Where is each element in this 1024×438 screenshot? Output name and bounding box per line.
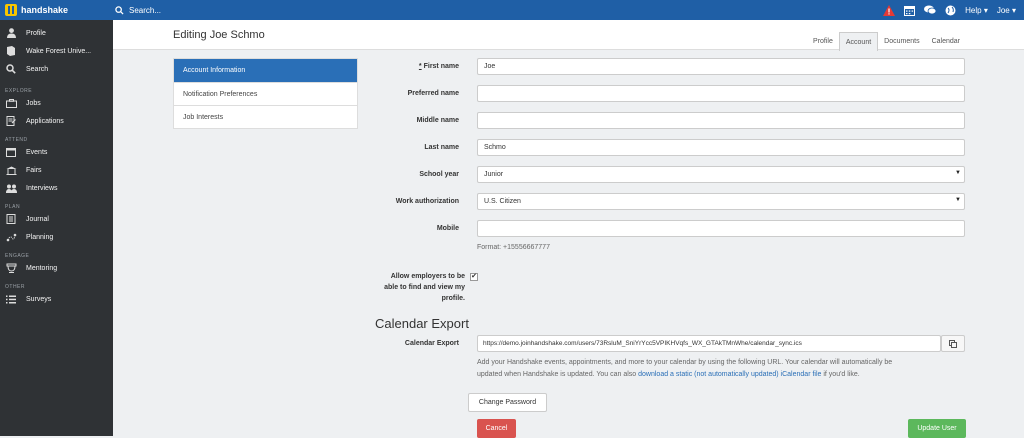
download-ical-link[interactable]: download a static (not automatically upd… — [638, 371, 821, 378]
sidebar-item-applications[interactable]: Applications — [0, 112, 113, 130]
briefcase-icon — [5, 97, 17, 109]
sidebar-item-surveys[interactable]: Surveys — [0, 290, 113, 308]
journal-icon — [5, 213, 17, 225]
list-icon — [5, 293, 17, 305]
sidebar-item-planning[interactable]: Planning — [0, 228, 113, 246]
search-icon — [115, 5, 124, 15]
sidebar-section-plan: PLAN — [5, 204, 21, 210]
sidebar-item-events[interactable]: Events — [0, 143, 113, 161]
search-icon — [5, 63, 17, 75]
subnav-account-information[interactable]: Account Information — [174, 59, 357, 82]
calendar-export-heading: Calendar Export — [375, 316, 469, 331]
handshake-logo[interactable]: handshake — [0, 0, 113, 20]
account-subnav: Account Information Notification Prefere… — [173, 58, 358, 129]
calendar-url-field[interactable]: https://demo.joinhandshake.com/users/73R… — [477, 335, 941, 352]
sidebar-item-profile[interactable]: Profile — [0, 24, 113, 42]
last-name-field[interactable]: Schmo — [477, 139, 965, 156]
sidebar-item-jobs[interactable]: Jobs — [0, 94, 113, 112]
first-name-field[interactable]: Joe — [477, 58, 965, 75]
middle-name-label: Middle name — [416, 117, 459, 124]
work-authorization-select[interactable]: U.S. Citizen — [477, 193, 965, 210]
cancel-button[interactable]: Cancel — [477, 419, 516, 438]
sidebar-section-attend: ATTEND — [5, 137, 28, 143]
globe-icon[interactable] — [945, 5, 956, 16]
interview-icon — [5, 182, 17, 194]
work-authorization-label: Work authorization — [395, 198, 459, 205]
subnav-job-interests[interactable]: Job Interests — [174, 105, 357, 128]
planning-icon — [5, 231, 17, 243]
calendar-export-label: Calendar Export — [404, 340, 459, 347]
sidebar-section-other: OTHER — [5, 284, 25, 290]
caret-down-icon: ▾ — [983, 5, 988, 15]
sidebar-section-engage: ENGAGE — [5, 253, 30, 259]
calendar-icon — [5, 146, 17, 158]
app-name: handshake — [21, 5, 69, 15]
person-icon — [5, 27, 17, 39]
tab-profile[interactable]: Profile — [807, 32, 839, 51]
preferred-name-label: Preferred name — [407, 90, 459, 97]
mobile-field[interactable] — [477, 220, 965, 237]
chat-icon[interactable] — [924, 5, 937, 15]
tab-account[interactable]: Account — [838, 32, 879, 51]
user-menu[interactable]: Joe ▾ — [997, 6, 1016, 15]
sidebar-item-mentoring[interactable]: Mentoring — [0, 259, 113, 277]
page-header: Editing Joe Schmo Profile Account Docume… — [113, 20, 1024, 51]
school-year-select[interactable]: Junior — [477, 166, 965, 183]
tab-documents[interactable]: Documents — [878, 32, 925, 51]
caret-down-icon: ▾ — [1011, 5, 1016, 15]
allow-employers-label: Allow employers to be able to find and v… — [384, 273, 465, 302]
search-placeholder: Search... — [129, 5, 162, 15]
subnav-notification-preferences[interactable]: Notification Preferences — [174, 82, 357, 105]
first-name-label: * First name — [418, 63, 459, 70]
change-password-button[interactable]: Change Password — [468, 393, 547, 412]
allow-employers-checkbox[interactable]: ✔ — [470, 273, 478, 281]
sidebar-item-search[interactable]: Search — [0, 60, 113, 78]
sidebar-item-fairs[interactable]: Fairs — [0, 161, 113, 179]
fair-icon — [5, 164, 17, 176]
middle-name-field[interactable] — [477, 112, 965, 129]
alert-icon[interactable] — [883, 4, 896, 16]
calendar-export-help: Add your Handshake events, appointments,… — [477, 359, 893, 378]
page-title: Editing Joe Schmo — [173, 29, 265, 41]
global-search[interactable]: Search... — [115, 6, 161, 15]
sidebar-section-explore: EXPLORE — [5, 88, 33, 94]
handshake-logo-icon — [5, 4, 17, 16]
main-content: Editing Joe Schmo Profile Account Docume… — [113, 20, 1024, 438]
tab-calendar[interactable]: Calendar — [926, 32, 966, 51]
sidebar: Profile Wake Forest Unive... Search EXPL… — [0, 20, 113, 436]
top-navbar: handshake Search... Help ▾ Joe ▾ — [0, 0, 1024, 20]
sidebar-item-school[interactable]: Wake Forest Unive... — [0, 42, 113, 60]
last-name-label: Last name — [424, 144, 459, 151]
mobile-format-hint: Format: +15556667777 — [477, 244, 550, 251]
mentoring-icon — [5, 262, 17, 274]
required-mark: * — [418, 63, 422, 70]
calendar-icon[interactable] — [904, 5, 916, 16]
sidebar-item-interviews[interactable]: Interviews — [0, 179, 113, 197]
copy-icon — [949, 339, 957, 348]
preferred-name-field[interactable] — [477, 85, 965, 102]
profile-tabs: Profile Account Documents Calendar — [807, 32, 966, 51]
applications-icon — [5, 115, 17, 127]
mobile-label: Mobile — [436, 225, 459, 232]
school-year-label: School year — [419, 171, 459, 178]
copy-url-button[interactable] — [941, 335, 965, 352]
school-icon — [5, 45, 17, 57]
update-user-button[interactable]: Update User — [908, 419, 966, 438]
sidebar-item-journal[interactable]: Journal — [0, 210, 113, 228]
help-menu[interactable]: Help ▾ — [965, 6, 988, 15]
